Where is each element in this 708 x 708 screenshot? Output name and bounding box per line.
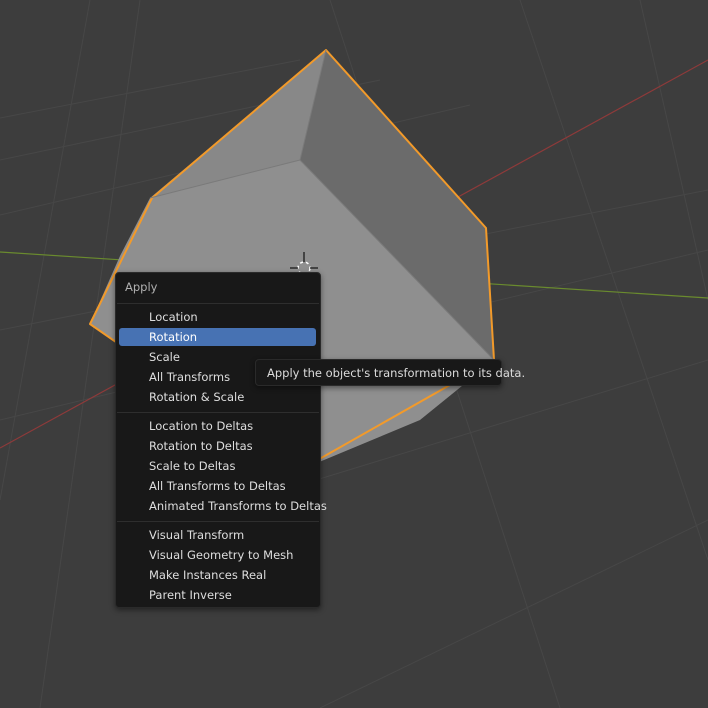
viewport-canvas[interactable]	[0, 0, 708, 708]
menu-item-rotation-and-scale[interactable]: Rotation & Scale	[119, 388, 316, 406]
menu-item-scale-to-deltas[interactable]: Scale to Deltas	[119, 457, 316, 475]
menu-item-all-transforms-to-deltas[interactable]: All Transforms to Deltas	[119, 477, 316, 495]
tooltip-text: Apply the object's transformation to its…	[267, 366, 526, 380]
apply-menu: Apply Location Rotation Scale All Transf…	[115, 272, 327, 608]
menu-separator	[117, 303, 319, 304]
menu-title: Apply	[125, 280, 158, 294]
3d-viewport[interactable]	[0, 0, 708, 708]
menu-item-location-to-deltas[interactable]: Location to Deltas	[119, 417, 316, 435]
menu-item-parent-inverse[interactable]: Parent Inverse	[119, 586, 316, 604]
tooltip: Apply the object's transformation to its…	[255, 359, 525, 386]
menu-item-rotation[interactable]: Rotation	[119, 328, 316, 346]
menu-item-rotation-to-deltas[interactable]: Rotation to Deltas	[119, 437, 316, 455]
menu-item-location[interactable]: Location	[119, 308, 316, 326]
menu-item-visual-geometry-to-mesh[interactable]: Visual Geometry to Mesh	[119, 546, 316, 564]
menu-separator	[117, 412, 319, 413]
menu-separator	[117, 521, 319, 522]
menu-item-animated-transforms-to-deltas[interactable]: Animated Transforms to Deltas	[119, 497, 327, 515]
menu-item-make-instances-real[interactable]: Make Instances Real	[119, 566, 316, 584]
menu-item-visual-transform[interactable]: Visual Transform	[119, 526, 316, 544]
